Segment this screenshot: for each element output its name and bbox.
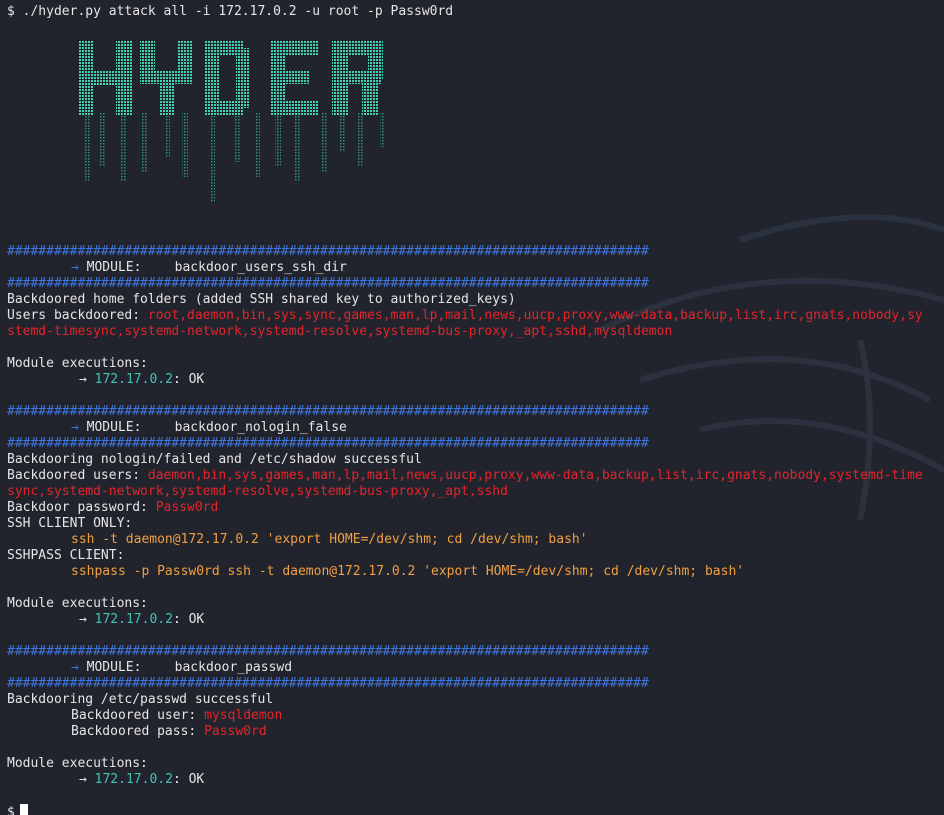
execution-status: : OK: [172, 772, 205, 787]
separator-line: ########################################…: [7, 676, 649, 691]
cursor: [19, 804, 28, 815]
module-name: backdoor_nologin_false: [174, 420, 347, 435]
module-key-label: MODULE:: [86, 660, 142, 675]
password-label: Backdoor password:: [7, 500, 156, 515]
execution-result: → 172.17.0.2: OK: [7, 372, 944, 388]
executions-label: Module executions:: [7, 356, 148, 371]
terminal-window[interactable]: $ ./hyder.py attack all -i 172.17.0.2 -u…: [0, 0, 944, 815]
arrow-icon: →: [71, 420, 79, 435]
password-value: Passw0rd: [155, 500, 219, 515]
module-name: backdoor_passwd: [174, 660, 293, 675]
separator-line: ########################################…: [7, 644, 649, 659]
backdoored-pass-line: Backdoored pass: Passw0rd: [7, 724, 944, 740]
users-label: Backdoored users:: [7, 468, 148, 483]
separator-line: ########################################…: [7, 244, 649, 259]
execution-result: → 172.17.0.2: OK: [7, 772, 944, 788]
separator-line: ########################################…: [7, 276, 649, 291]
arrow-icon: →: [79, 372, 87, 387]
module-title: Backdooring nologin/failed and /etc/shad…: [7, 452, 422, 467]
module-key-label: MODULE:: [86, 260, 142, 275]
user-label: Backdoored user:: [71, 708, 205, 723]
module-title: Backdoored home folders (added SSH share…: [7, 292, 516, 307]
command-line: $ ./hyder.py attack all -i 172.17.0.2 -u…: [7, 4, 454, 19]
arrow-icon: →: [71, 260, 79, 275]
ssh-client-command-line: ssh -t daemon@172.17.0.2 'export HOME=/d…: [7, 532, 944, 548]
users-list-continued: sync,systemd-network,systemd-resolve,sys…: [7, 484, 508, 499]
hyder-ascii-logo: [78, 40, 385, 202]
sshpass-command-line: sshpass -p Passw0rd ssh -t daemon@172.17…: [7, 564, 944, 580]
module-header: → MODULE: backdoor_passwd: [7, 660, 944, 676]
execution-status: : OK: [172, 612, 205, 627]
separator-line: ########################################…: [7, 404, 649, 419]
execution-result: → 172.17.0.2: OK: [7, 612, 944, 628]
execution-status: : OK: [172, 372, 205, 387]
module-name: backdoor_users_ssh_dir: [174, 260, 347, 275]
backdoored-user-line: Backdoored user: mysqldemon: [7, 708, 944, 724]
sshpass-client-label: SSHPASS CLIENT:: [7, 548, 125, 563]
users-label: Users backdoored:: [7, 308, 148, 323]
arrow-icon: →: [79, 772, 87, 787]
module-header: → MODULE: backdoor_nologin_false: [7, 420, 944, 436]
backdoor-password-line: Backdoor password: Passw0rd: [7, 500, 944, 516]
prompt-line[interactable]: $: [7, 804, 944, 815]
pass-label: Backdoored pass:: [71, 724, 205, 739]
ssh-client-label: SSH CLIENT ONLY:: [7, 516, 133, 531]
users-list: daemon,bin,sys,games,man,lp,mail,news,uu…: [147, 468, 923, 483]
users-list: root,daemon,bin,sys,sync,games,man,lp,ma…: [147, 308, 923, 323]
execution-ip: 172.17.0.2: [94, 772, 173, 787]
module-key-label: MODULE:: [86, 420, 142, 435]
prompt-symbol: $: [7, 805, 15, 815]
users-list-continued: stemd-timesync,systemd-network,systemd-r…: [7, 324, 673, 339]
user-value: mysqldemon: [204, 708, 283, 723]
sshpass-command[interactable]: sshpass -p Passw0rd ssh -t daemon@172.17…: [71, 564, 744, 579]
arrow-icon: →: [71, 660, 79, 675]
users-backdoored-line: Users backdoored: root,daemon,bin,sys,sy…: [7, 308, 944, 324]
banner: [7, 20, 944, 244]
separator-line: ########################################…: [7, 436, 649, 451]
executions-label: Module executions:: [7, 756, 148, 771]
backdoored-users-line: Backdoored users: daemon,bin,sys,games,m…: [7, 468, 944, 484]
arrow-icon: →: [79, 612, 87, 627]
module-header: → MODULE: backdoor_users_ssh_dir: [7, 260, 944, 276]
execution-ip: 172.17.0.2: [94, 612, 173, 627]
ssh-client-command[interactable]: ssh -t daemon@172.17.0.2 'export HOME=/d…: [71, 532, 588, 547]
module-title: Backdooring /etc/passwd successful: [7, 692, 274, 707]
pass-value: Passw0rd: [204, 724, 267, 739]
executions-label: Module executions:: [7, 596, 148, 611]
execution-ip: 172.17.0.2: [94, 372, 173, 387]
